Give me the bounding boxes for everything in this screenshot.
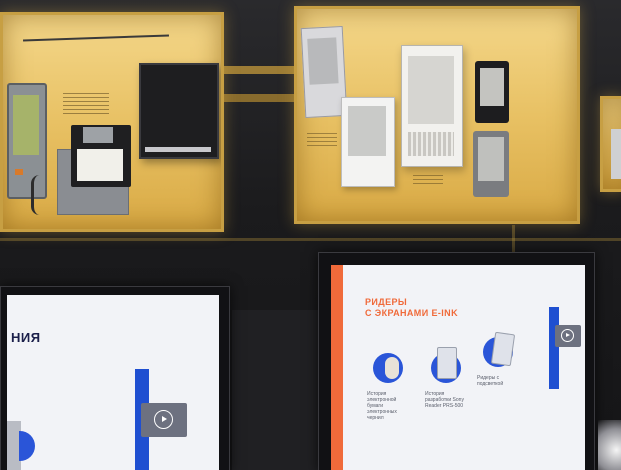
- grey-ereader-small: [473, 131, 509, 197]
- right-play-button[interactable]: [555, 325, 581, 347]
- floppy-label: [77, 149, 123, 181]
- silver-strip: [145, 147, 211, 152]
- floppy-shutter: [83, 127, 113, 143]
- kindle-keyboard: [408, 132, 454, 156]
- left-screen-content: НИЯ: [7, 295, 219, 470]
- heading-line-1: РИДЕРЫ: [365, 297, 408, 307]
- topic-caption: История электронной бумаги электронных ч…: [367, 391, 397, 421]
- kindle-dx: [401, 45, 463, 167]
- exhibit-caption: [63, 93, 109, 115]
- right-screen-content: РИДЕРЫ С ЭКРАНАМИ E-INK История электрон…: [331, 265, 585, 470]
- ereader-screen: [478, 137, 504, 181]
- play-icon-triangle: [162, 416, 167, 422]
- black-ebook-device: [139, 63, 219, 159]
- heading-line-2: С ЭКРАНАМИ E-INK: [365, 308, 458, 318]
- light-reflection: [598, 420, 621, 470]
- ereader-screen: [480, 68, 504, 106]
- ereader-screen: [307, 37, 339, 85]
- handheld-button: [15, 169, 23, 175]
- cable: [23, 34, 169, 42]
- white-ereader-small: [341, 97, 395, 187]
- reader-thumbnail: [490, 331, 516, 367]
- right-vitrine: [600, 96, 621, 192]
- right-blue-bar: [549, 307, 559, 389]
- portrait-face: [385, 357, 399, 379]
- ereader-screen: [348, 106, 386, 156]
- kindle-screen: [408, 56, 454, 124]
- display-rail: [218, 94, 294, 102]
- right-screen-heading: РИДЕРЫ С ЭКРАНАМИ E-INK: [365, 297, 458, 319]
- reader-thumbnail: [437, 347, 457, 379]
- play-icon-triangle: [566, 333, 570, 337]
- left-vitrine: [0, 12, 224, 232]
- floppy-disk: [71, 125, 131, 187]
- display-rail: [218, 66, 294, 74]
- wall-panel: [232, 310, 318, 470]
- wall-seam: [0, 238, 621, 241]
- orange-accent-band: [331, 265, 343, 470]
- black-ereader: [475, 61, 509, 123]
- left-info-screen: НИЯ: [0, 286, 230, 470]
- partial-blue-bubble: [19, 431, 35, 461]
- center-vitrine: [294, 6, 580, 224]
- handheld-screen: [13, 95, 39, 155]
- left-screen-heading: НИЯ: [11, 330, 41, 345]
- museum-exhibit-photo: НИЯ РИДЕРЫ С ЭКРАНАМИ E-INK История элек…: [0, 0, 621, 470]
- left-play-button[interactable]: [141, 403, 187, 437]
- partial-device: [611, 129, 621, 179]
- exhibit-caption: [413, 175, 443, 187]
- stylus-cable: [31, 175, 48, 215]
- topic-caption: История разработки Sony Reader PRS-500: [425, 391, 464, 409]
- exhibit-caption: [307, 133, 337, 147]
- topic-caption: Ридеры с подсветкой: [477, 375, 504, 387]
- right-info-screen: РИДЕРЫ С ЭКРАНАМИ E-INK История электрон…: [318, 252, 595, 470]
